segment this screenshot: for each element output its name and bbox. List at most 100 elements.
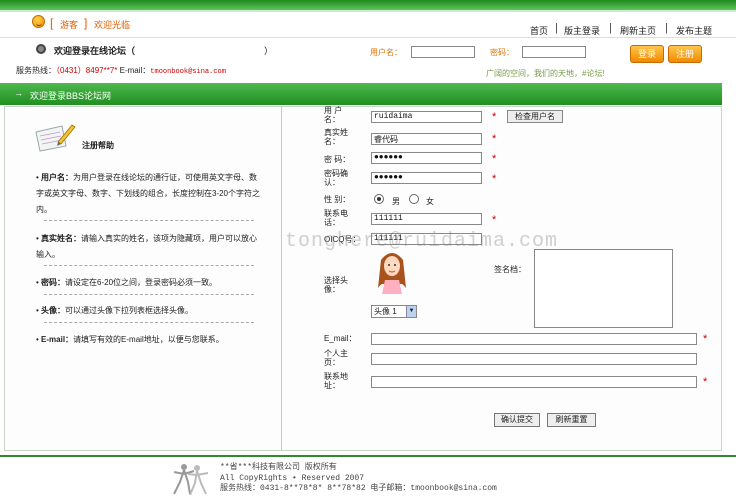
- phone-input[interactable]: 111111: [371, 213, 482, 225]
- signature-label: 签名档：: [494, 265, 526, 274]
- login-password-label: 密码：: [490, 48, 514, 57]
- help-label: 用户名：: [41, 173, 74, 182]
- smiley-icon: [32, 15, 45, 28]
- required-star: *: [492, 111, 497, 123]
- help-divider: [44, 265, 254, 266]
- reset-button[interactable]: 刷新重置: [547, 413, 596, 427]
- help-label: 头像：: [41, 306, 66, 315]
- check-username-button[interactable]: 检查用户名: [507, 110, 563, 123]
- bullet: •: [36, 234, 39, 243]
- bullet: •: [36, 335, 39, 344]
- bullet: •: [36, 278, 39, 287]
- forum-welcome-close: ）: [264, 46, 274, 56]
- help-label: 密码：: [41, 278, 66, 287]
- help-divider: [44, 220, 254, 221]
- submit-button[interactable]: 确认提交: [494, 413, 540, 427]
- nav-refresh[interactable]: 刷新主页: [620, 24, 656, 37]
- help-divider: [44, 294, 254, 295]
- realname-input[interactable]: 睿代码: [371, 133, 482, 145]
- login-button[interactable]: 登录: [630, 45, 664, 63]
- help-label: 真实姓名：: [41, 234, 82, 243]
- nav-moderator-login[interactable]: 版主登录: [564, 24, 600, 37]
- help-item-avatar: • 头像：可以通过头像下拉列表框选择头像。: [36, 303, 262, 319]
- required-star: *: [703, 333, 708, 345]
- forum-welcome-title: 欢迎登录在线论坛（: [54, 46, 136, 56]
- gender-male-radio[interactable]: [374, 194, 384, 204]
- address-input[interactable]: [371, 376, 697, 388]
- help-item-username: • 用户名：为用户登录在线论坛的通行证，可使用英文字母、数字或英文字母、数字、下…: [36, 170, 262, 218]
- required-star: *: [492, 153, 497, 165]
- section-title: 欢迎登录BBS论坛网: [30, 91, 112, 101]
- help-text: 请填写有效的E-mail地址，以便与您联系。: [73, 335, 224, 344]
- watermark: tonghere@ruidaima.com: [285, 230, 559, 253]
- nav-separator: |: [665, 22, 668, 34]
- signature-textarea[interactable]: [534, 249, 673, 328]
- footer-copyright: **省***科技有限公司 版权所有: [220, 463, 337, 472]
- notebook-pencil-icon: [35, 124, 76, 152]
- nav-home[interactable]: 首页: [530, 24, 548, 37]
- top-green-bar: [0, 0, 736, 10]
- guest-bracket-close: ]: [84, 16, 88, 30]
- gender-male-label: 男: [392, 197, 400, 206]
- guest-link[interactable]: 游客: [60, 18, 78, 31]
- nav-separator: |: [555, 22, 558, 34]
- username-input[interactable]: ruidaima: [371, 111, 482, 123]
- slogan: 广阔的空间，我们的天地，#论坛!: [486, 69, 605, 78]
- help-title: 注册帮助: [82, 141, 114, 150]
- login-username-label: 用户名：: [370, 48, 402, 57]
- panel-divider: [281, 106, 282, 451]
- help-divider: [44, 322, 254, 323]
- login-username-input[interactable]: [411, 46, 475, 58]
- welcome-text: 欢迎光临: [94, 20, 131, 30]
- company-logo: [173, 464, 209, 496]
- hotline-email: tmoonbook@sina.com: [150, 68, 226, 76]
- confirm-password-label: 密码确认：: [324, 169, 348, 187]
- required-star: *: [492, 214, 497, 226]
- top-divider: [0, 10, 736, 12]
- speaker-icon: [36, 44, 46, 54]
- gender-label: 性 别：: [324, 195, 351, 204]
- help-label: E-mail：: [41, 335, 74, 344]
- homepage-label: 个人主页：: [324, 349, 348, 367]
- footer-contact: 服务热线：0431-8**78*8* 8**78*82 电子邮箱：tmoonbo…: [220, 484, 497, 493]
- bullet: •: [36, 306, 39, 315]
- gender-female-radio[interactable]: [409, 194, 419, 204]
- help-item-password: • 密码：请设定在6-20位之间，登录密码必须一致。: [36, 275, 262, 291]
- register-button[interactable]: 注册: [668, 45, 702, 63]
- help-item-email: • E-mail：请填写有效的E-mail地址，以便与您联系。: [36, 332, 262, 348]
- realname-label: 真实姓名：: [324, 128, 348, 146]
- guest-bracket-open: [: [50, 16, 54, 30]
- footer-reserved: All CopyRights • Reserved 2007: [220, 474, 365, 483]
- confirm-password-input[interactable]: ●●●●●●: [371, 172, 482, 184]
- avatar-select-value: 头像 1: [374, 307, 397, 316]
- hotline-label: 服务热线：: [16, 66, 56, 75]
- address-label: 联系地址：: [324, 372, 348, 390]
- nav-separator: |: [609, 22, 612, 34]
- avatar-image: [378, 253, 406, 294]
- username-label: 用 户 名：: [324, 106, 343, 124]
- gender-female-label: 女: [426, 197, 434, 206]
- section-bar: 欢迎登录BBS论坛网: [0, 83, 722, 105]
- avatar-select[interactable]: 头像 1 ▼: [371, 305, 417, 318]
- hotline-number: （0431）8497**7*: [56, 66, 118, 75]
- arrow-icon: →: [14, 88, 23, 98]
- phone-label: 联系电话：: [324, 209, 348, 227]
- help-item-realname: • 真实姓名：请输入真实的姓名，该项为隐藏项，用户可以放心输入。: [36, 231, 262, 263]
- password-input[interactable]: ●●●●●●: [371, 152, 482, 164]
- required-star: *: [703, 376, 708, 388]
- help-text: 请设定在6-20位之间，登录密码必须一致。: [65, 278, 218, 287]
- help-text: 可以通过头像下拉列表框选择头像。: [65, 306, 194, 315]
- avatar-label: 选择头像：: [324, 276, 348, 294]
- nav-post-topic[interactable]: 发布主题: [676, 24, 712, 37]
- footer-divider: [0, 455, 736, 457]
- hotline-email-label: E-mail：: [119, 66, 151, 75]
- login-password-input[interactable]: [522, 46, 586, 58]
- homepage-input[interactable]: [371, 353, 697, 365]
- required-star: *: [492, 133, 497, 145]
- password-label: 密 码：: [324, 155, 351, 164]
- hotline: 服务热线：（0431）8497**7* E-mail：tmoonbook@sin…: [16, 65, 226, 76]
- chevron-down-icon: ▼: [406, 306, 416, 317]
- required-star: *: [492, 173, 497, 185]
- email-input[interactable]: [371, 333, 697, 345]
- bullet: •: [36, 173, 39, 182]
